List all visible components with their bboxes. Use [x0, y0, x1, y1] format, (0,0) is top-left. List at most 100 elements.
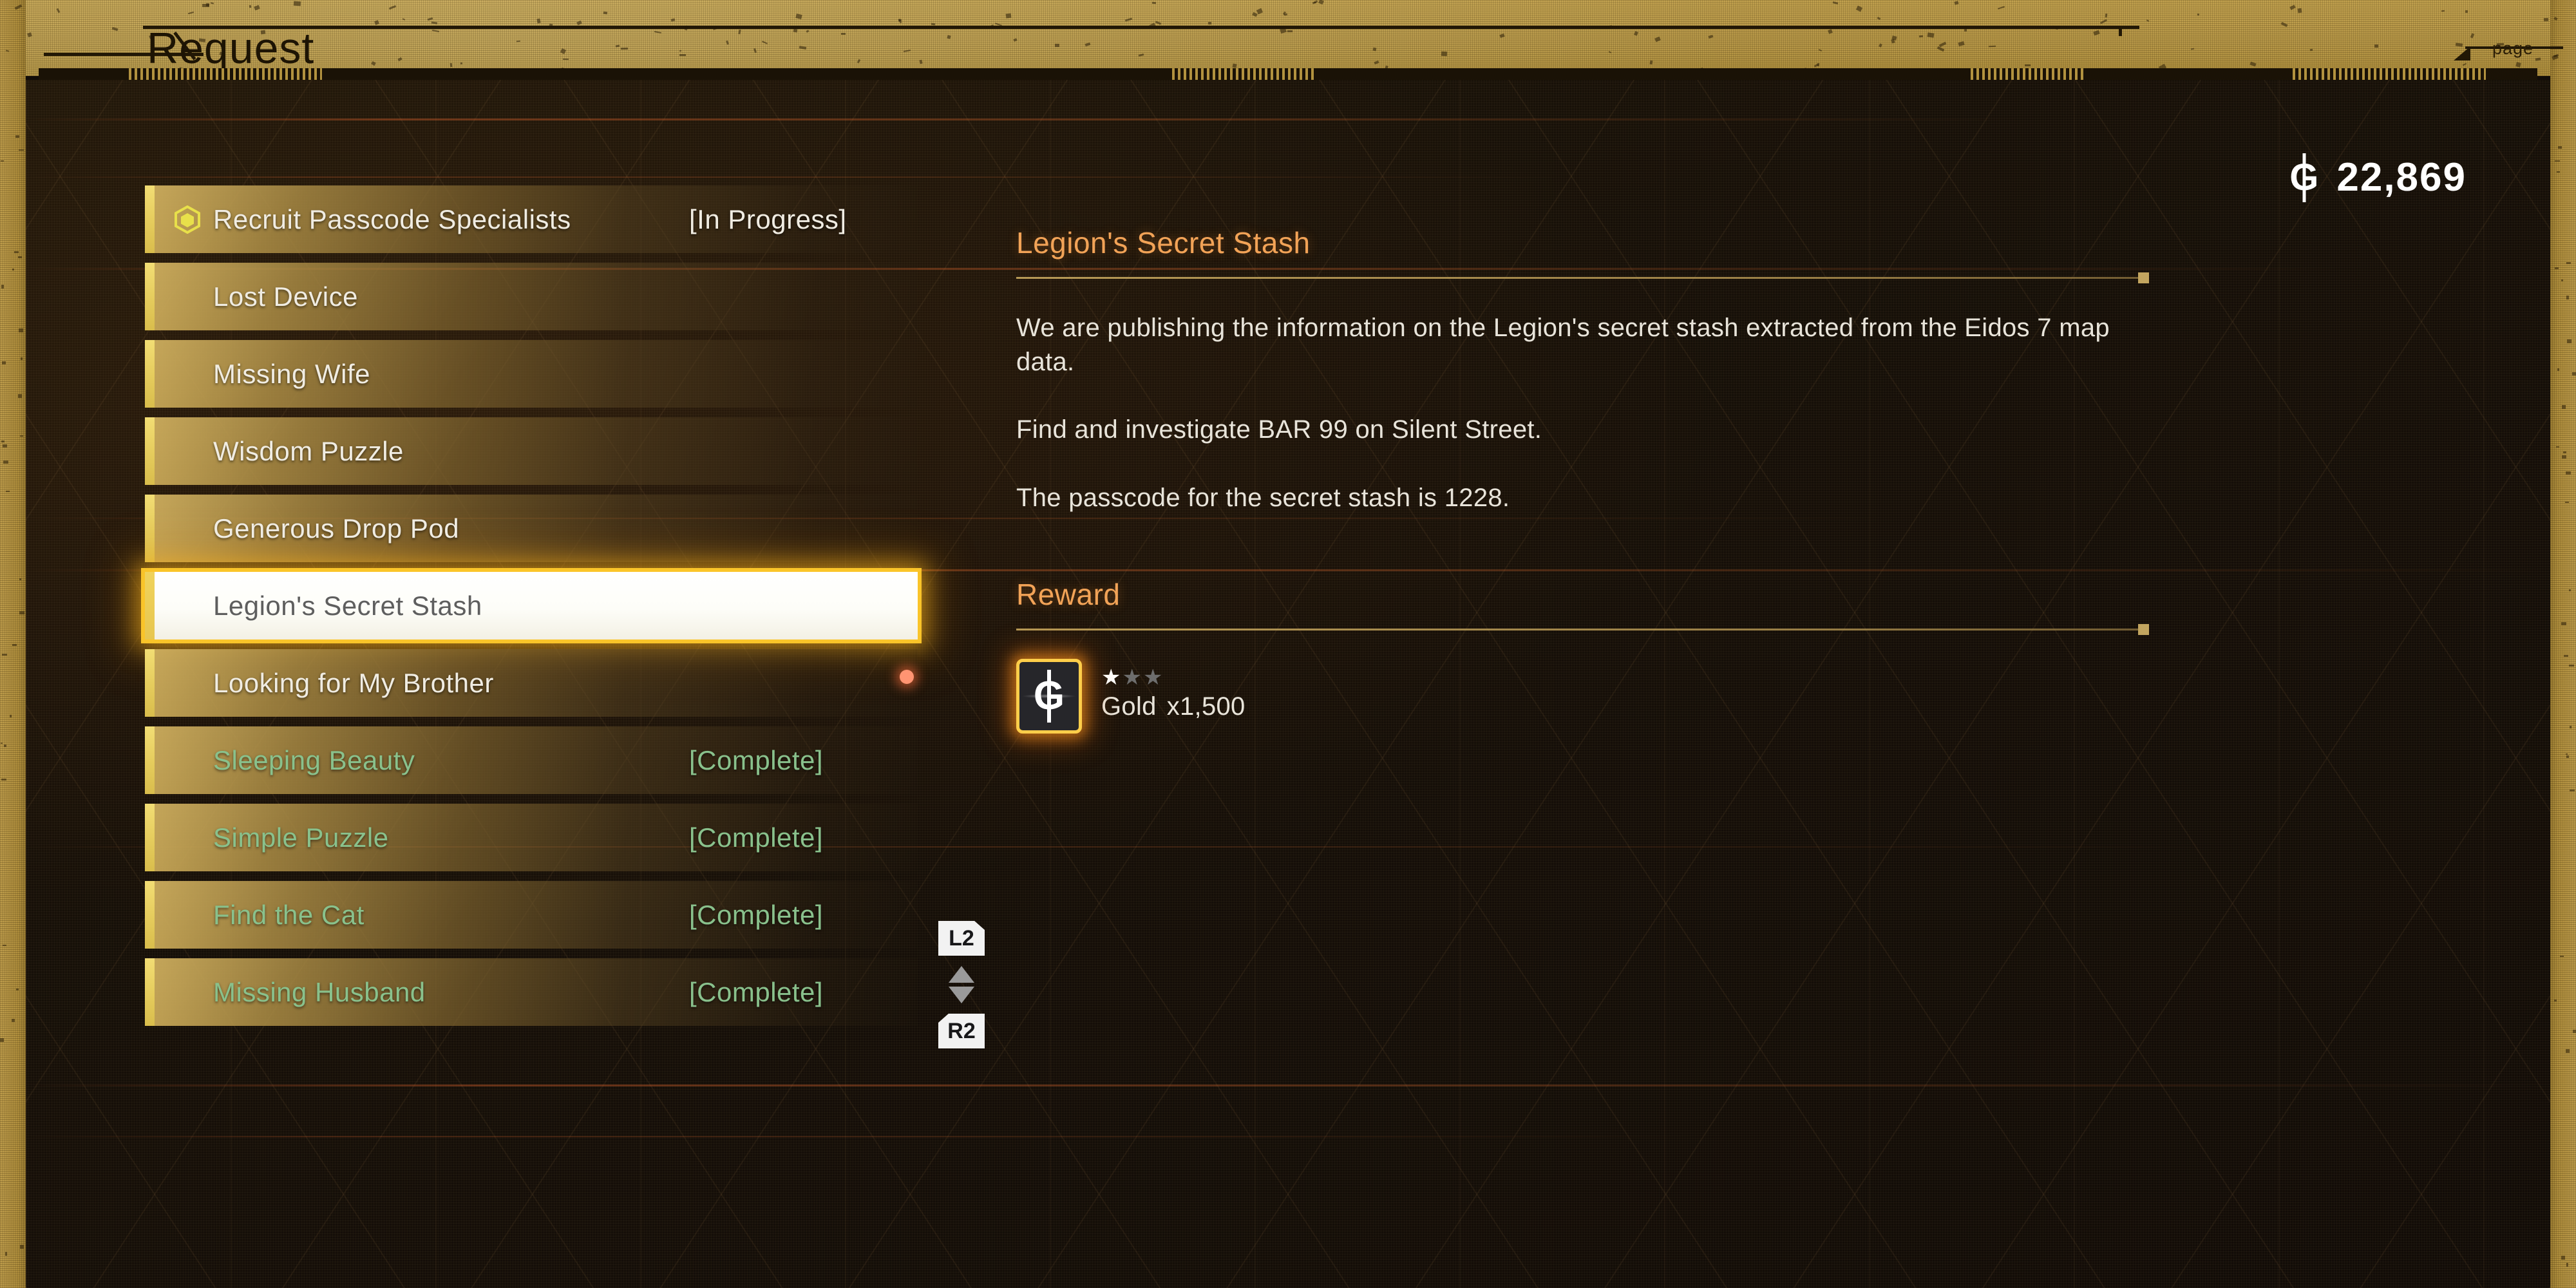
quest-item-label: Sleeping Beauty: [213, 744, 415, 775]
frame-speckle: [12, 1019, 15, 1022]
currency-display: G 22,869: [2289, 155, 2467, 200]
frame-speckle: [21, 357, 23, 360]
quest-list[interactable]: Recruit Passcode Specialists [In Progress…: [145, 185, 950, 1036]
frame-speckle: [20, 435, 23, 437]
frame-speckle: [2562, 405, 2566, 409]
frame-speckle: [1927, 32, 1935, 38]
frame-speckle: [1817, 62, 1820, 67]
frame-speckle: [19, 611, 24, 614]
header-underline-dashes-b: [1172, 68, 1314, 80]
currency-symbol: G: [2289, 156, 2319, 198]
quest-list-item[interactable]: Looking for My Brother: [145, 649, 918, 717]
frame-speckle: [1918, 35, 1924, 38]
frame-speckle: [2565, 502, 2569, 503]
header-underline-dashes-a: [129, 68, 322, 80]
frame-speckle: [2561, 279, 2563, 281]
quest-list-item[interactable]: Recruit Passcode Specialists [In Progress…: [145, 185, 918, 253]
frame-speckle: [19, 149, 24, 151]
frame-speckle: [2557, 368, 2559, 371]
quest-detail-divider: [1016, 272, 2149, 283]
r2-button-hint[interactable]: R2: [938, 1014, 985, 1048]
frame-speckle: [1, 440, 5, 442]
frame-speckle: [2567, 339, 2571, 343]
reward-heading: Reward: [1016, 577, 1121, 611]
quest-list-item[interactable]: Wisdom Puzzle: [145, 417, 918, 485]
arrow-up-icon: [949, 966, 974, 983]
frame-speckle: [2569, 665, 2574, 667]
quest-list-item[interactable]: Lost Device: [145, 263, 918, 330]
frame-speckle: [2556, 446, 2559, 448]
quest-description: We are publishing the information on the…: [1016, 311, 2130, 515]
quest-item-accent-bar: [145, 649, 155, 717]
frame-speckle: [1208, 21, 1212, 25]
frame-speckle: [620, 47, 629, 50]
quest-list-item[interactable]: Missing Husband [Complete]: [145, 958, 918, 1026]
reward-section: Reward G ★★★ Gold x1,500: [1016, 577, 2169, 734]
frame-speckle: [2566, 296, 2569, 299]
frame-speckle: [0, 1038, 4, 1042]
l2-button-hint[interactable]: L2: [938, 921, 985, 956]
frame-speckle: [18, 394, 22, 398]
frame-speckle: [4, 744, 6, 747]
frame-speckle: [460, 62, 463, 65]
frame-speckle: [14, 251, 19, 253]
frame-speckle: [2558, 146, 2562, 149]
quest-list-item[interactable]: Missing Wife: [145, 340, 918, 408]
quest-list-item[interactable]: Legion's Secret Stash: [145, 572, 918, 639]
quest-item-label: Wisdom Puzzle: [213, 435, 404, 466]
quest-detail-title: Legion's Secret Stash: [1016, 226, 1311, 260]
window-frame-right-texture: [2550, 0, 2576, 1288]
quest-item-status: [Complete]: [689, 976, 824, 1007]
frame-speckle: [1372, 47, 1377, 52]
quest-item-label: Legion's Secret Stash: [213, 590, 482, 621]
frame-speckle: [19, 328, 23, 332]
frame-speckle: [603, 11, 608, 15]
window-frame-top-texture: [0, 0, 2576, 76]
quest-item-label: Simple Puzzle: [213, 822, 389, 853]
quest-description-paragraph: Find and investigate BAR 99 on Silent St…: [1016, 415, 1542, 444]
quest-item-label: Looking for My Brother: [213, 667, 494, 698]
reward-item-name: Gold: [1101, 692, 1157, 721]
frame-speckle: [2566, 262, 2571, 264]
quest-list-item[interactable]: Find the Cat [Complete]: [145, 881, 918, 949]
frame-speckle: [2573, 1030, 2576, 1033]
quest-item-accent-bar: [145, 417, 155, 485]
quest-list-item[interactable]: Sleeping Beauty [Complete]: [145, 726, 918, 794]
frame-speckle: [2570, 790, 2575, 791]
gold-icon-symbol: G: [1033, 673, 1065, 718]
frame-speckle: [2543, 17, 2549, 22]
scanline: [26, 176, 1571, 178]
frame-speckle: [2570, 726, 2571, 728]
frame-speckle: [293, 1, 301, 6]
currency-amount: 22,869: [2336, 155, 2467, 200]
frame-speckle: [2566, 753, 2568, 755]
frame-speckle: [2374, 44, 2379, 48]
frame-speckle: [562, 58, 569, 61]
frame-speckle: [202, 4, 209, 7]
frame-speckle: [1287, 30, 1293, 32]
frame-speckle: [12, 269, 14, 270]
quest-list-item[interactable]: Simple Puzzle [Complete]: [145, 804, 918, 871]
quest-item-accent-bar: [145, 881, 155, 949]
quest-item-accent-bar: [145, 340, 155, 408]
arrow-down-icon: [949, 987, 974, 1003]
star-empty-icon: ★: [1122, 665, 1143, 690]
frame-speckle: [1, 779, 6, 781]
frame-speckle: [3, 460, 8, 464]
reward-item-name-line: Gold x1,500: [1101, 692, 1245, 721]
scanline: [26, 1084, 2550, 1086]
frame-speckle: [2564, 655, 2568, 657]
frame-speckle: [2025, 64, 2031, 66]
frame-speckle: [2566, 1263, 2568, 1267]
frame-speckle: [18, 256, 22, 258]
frame-speckle: [2561, 622, 2566, 625]
frame-speckle: [2105, 13, 2108, 18]
quest-item-label: Missing Wife: [213, 358, 371, 389]
frame-speckle: [1151, 1, 1157, 5]
frame-speckle: [2566, 755, 2569, 758]
header-rule-tick: [2119, 26, 2122, 36]
request-screen: Request page G 22,869 Recruit Passcode S…: [0, 0, 2576, 1288]
quest-list-item[interactable]: Generous Drop Pod: [145, 495, 918, 562]
frame-speckle: [10, 715, 12, 717]
frame-speckle: [2, 361, 6, 365]
